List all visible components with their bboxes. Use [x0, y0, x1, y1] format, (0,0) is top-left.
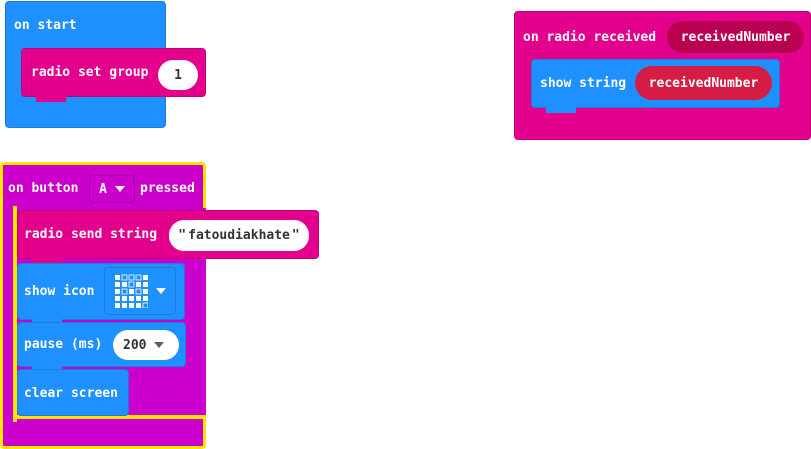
pause-duration-dropdown[interactable]: 200 — [113, 330, 179, 360]
radio-set-group-label: radio set group — [31, 65, 149, 80]
pressed-label: pressed — [140, 181, 195, 196]
pause-duration-value: 200 — [123, 337, 147, 353]
icon-picker-dropdown[interactable] — [104, 267, 176, 315]
quote-close: " — [291, 228, 300, 243]
show-string-bottom-notch — [546, 107, 576, 113]
button-dropdown-value: A — [99, 181, 107, 197]
chevron-down-icon — [114, 186, 125, 192]
quote-open: " — [178, 228, 187, 243]
chevron-down-icon — [156, 288, 166, 294]
show-string-block[interactable]: show string receivedNumber — [531, 59, 780, 108]
clear-screen-label: clear screen — [24, 386, 118, 401]
on-radio-received-label: on radio received — [523, 30, 657, 45]
on-button-label: on button — [8, 181, 79, 196]
string-value: fatoudiakhate — [188, 228, 290, 243]
workspace-canvas[interactable]: on start radio set group 1 on radio rece… — [0, 0, 811, 449]
received-number-variable[interactable]: receivedNumber — [635, 66, 772, 100]
chevron-down-icon — [154, 342, 165, 348]
radio-send-string-label: radio send string — [24, 227, 158, 242]
button-dropdown[interactable]: A — [89, 175, 135, 203]
pause-label: pause (ms) — [24, 337, 103, 352]
radio-set-group-bottom-notch — [36, 96, 66, 102]
radio-set-group-block[interactable]: radio set group 1 — [21, 48, 206, 97]
show-string-label: show string — [540, 76, 627, 91]
led-icon-preview — [115, 274, 148, 308]
string-text-input[interactable]: " fatoudiakhate " — [169, 220, 309, 251]
clear-screen-block[interactable]: clear screen — [17, 369, 129, 416]
radio-send-string-block[interactable]: radio send string " fatoudiakhate " — [17, 210, 319, 259]
group-number-input[interactable]: 1 — [158, 60, 198, 90]
show-icon-label: show icon — [24, 284, 95, 299]
show-icon-block[interactable]: show icon — [17, 263, 185, 320]
on-start-label: on start — [14, 18, 77, 33]
pause-block[interactable]: pause (ms) 200 — [17, 322, 186, 367]
received-number-param[interactable]: receivedNumber — [667, 21, 804, 53]
